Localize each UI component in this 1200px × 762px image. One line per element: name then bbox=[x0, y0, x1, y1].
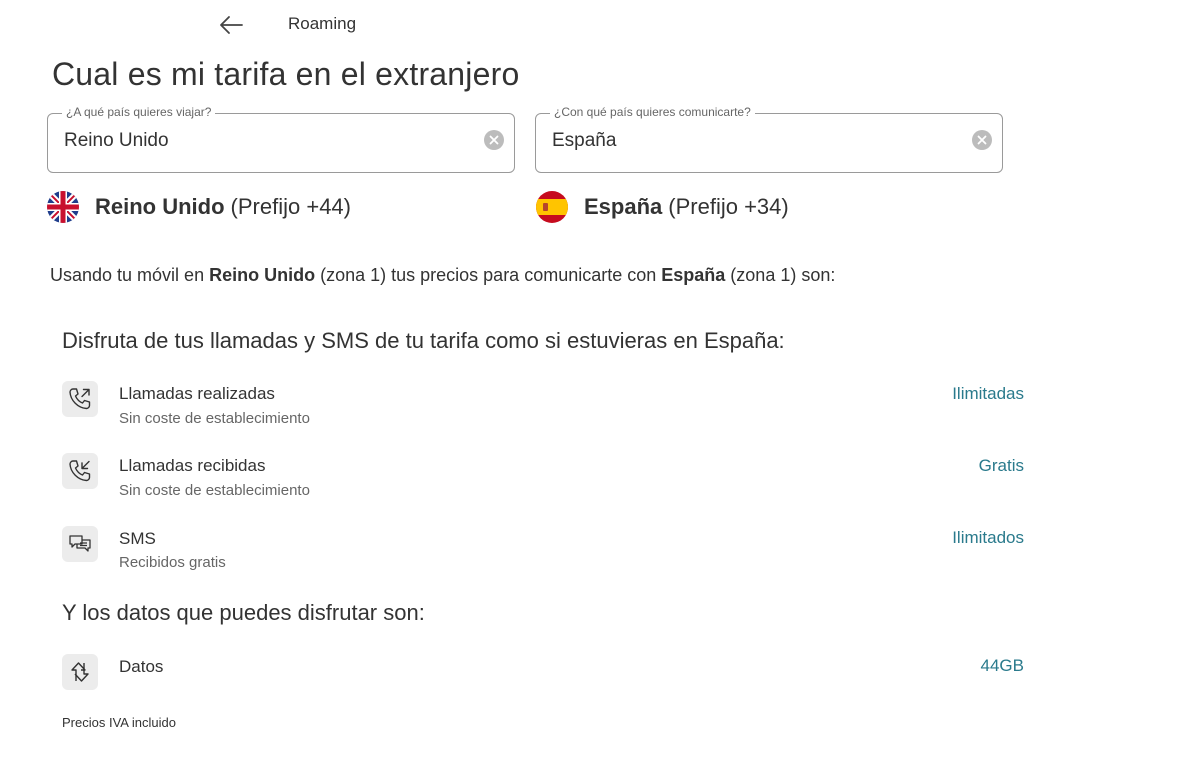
communicate-country-field[interactable]: ¿Con qué país quieres comunicarte? bbox=[535, 105, 1003, 173]
sms-title: SMS bbox=[119, 529, 156, 548]
close-icon bbox=[977, 135, 987, 145]
data-value: 44GB bbox=[980, 656, 1024, 675]
summary-communicate-country: España bbox=[661, 265, 726, 285]
summary-text: (zona 1) tus precios para comunicarte co… bbox=[315, 265, 662, 285]
summary-travel-country: Reino Unido bbox=[209, 265, 316, 285]
summary-text: (zona 1) son: bbox=[725, 265, 836, 285]
travel-country-prefix: (Prefijo +44) bbox=[230, 194, 351, 219]
close-icon bbox=[489, 135, 499, 145]
vat-footnote: Precios IVA incluido bbox=[62, 715, 176, 730]
page-title: Cual es mi tarifa en el extranjero bbox=[52, 56, 520, 92]
arrow-left-icon bbox=[220, 16, 243, 34]
clear-travel-button[interactable] bbox=[484, 130, 504, 150]
calls-section-heading: Disfruta de tus llamadas y SMS de tu tar… bbox=[62, 328, 785, 353]
summary-text: Usando tu móvil en bbox=[50, 265, 210, 285]
communicate-country-input[interactable] bbox=[552, 130, 952, 152]
outgoing-calls-subtitle: Sin coste de establecimiento bbox=[119, 410, 310, 427]
travel-country-label: ¿A qué país quieres viajar? bbox=[62, 105, 216, 119]
incoming-calls-subtitle: Sin coste de establecimiento bbox=[119, 482, 310, 499]
incoming-calls-title: Llamadas recibidas bbox=[119, 456, 266, 475]
communicate-country-label: ¿Con qué país quieres comunicarte? bbox=[550, 105, 755, 119]
pricing-summary: Usando tu móvil en Reino Unido (zona 1) … bbox=[50, 265, 835, 286]
travel-country-info: Reino Unido (Prefijo +44) bbox=[47, 191, 351, 223]
incoming-call-icon bbox=[62, 453, 98, 489]
data-section-heading: Y los datos que puedes disfrutar son: bbox=[62, 600, 425, 625]
data-transfer-icon bbox=[62, 654, 98, 690]
header-title: Roaming bbox=[288, 14, 357, 33]
spain-flag-icon bbox=[536, 191, 568, 223]
travel-country-field[interactable]: ¿A qué país quieres viajar? bbox=[47, 105, 515, 173]
outgoing-calls-value: Ilimitadas bbox=[952, 384, 1024, 403]
travel-country-name: Reino Unido bbox=[95, 194, 225, 219]
communicate-country-name: España bbox=[584, 194, 663, 219]
incoming-calls-value: Gratis bbox=[978, 456, 1024, 475]
sms-value: Ilimitados bbox=[952, 528, 1024, 547]
clear-communicate-button[interactable] bbox=[972, 130, 992, 150]
sms-icon bbox=[62, 526, 98, 562]
communicate-country-prefix: (Prefijo +34) bbox=[668, 194, 789, 219]
outgoing-call-icon bbox=[62, 381, 98, 417]
communicate-country-info: España (Prefijo +34) bbox=[536, 191, 789, 223]
travel-country-input[interactable] bbox=[64, 130, 464, 152]
sms-subtitle: Recibidos gratis bbox=[119, 554, 226, 571]
outgoing-calls-title: Llamadas realizadas bbox=[119, 384, 275, 403]
data-title: Datos bbox=[119, 657, 164, 676]
uk-flag-icon bbox=[47, 191, 79, 223]
back-button[interactable] bbox=[214, 10, 248, 40]
